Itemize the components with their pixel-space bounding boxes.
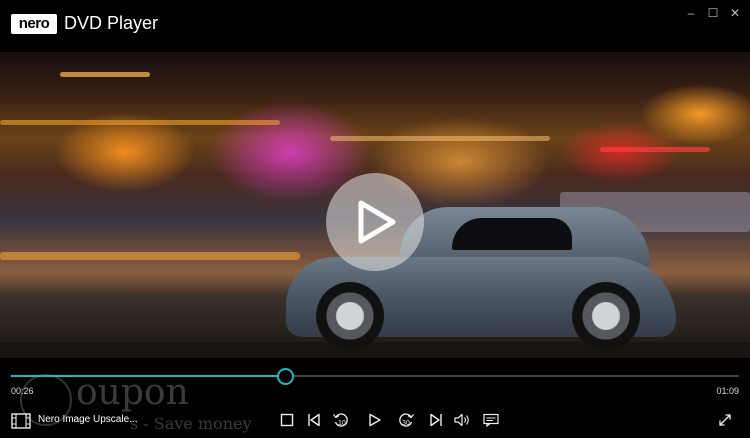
minimize-button[interactable]: – [684,6,698,20]
car-window [452,218,572,250]
forward-30-button[interactable]: 30 [397,410,415,430]
rewind-icon: 10 [333,413,348,427]
rewind-10-button[interactable]: 10 [332,410,350,430]
light-streak [0,252,300,260]
stop-icon [280,413,294,427]
subtitles-icon [483,413,499,427]
control-bar: oupon s - Save money 00:26 01:09 Nero Im… [0,358,750,438]
car-wheel [572,282,640,350]
rewind-seconds: 10 [338,420,346,427]
app-title: DVD Player [64,13,159,33]
title-bar: nero DVD Player – ☐ ✕ [0,0,750,52]
watermark-tagline: s - Save money [130,414,252,433]
previous-button[interactable] [305,410,323,430]
light-streak [330,136,550,141]
stop-button[interactable] [278,410,296,430]
play-icon [358,200,396,244]
play-icon [369,413,381,427]
play-button[interactable] [366,410,384,430]
fullscreen-button[interactable] [716,410,734,430]
fast-forward-icon: 30 [399,413,414,427]
current-time: 00:26 [11,386,34,396]
nero-logo: nero [11,14,57,34]
subtitles-button[interactable] [482,410,500,430]
big-play-button[interactable] [326,173,424,271]
light-streak [60,72,150,77]
seek-thumb[interactable] [277,368,295,385]
road [0,342,750,358]
close-button[interactable]: ✕ [728,6,742,20]
light-streak [600,147,710,152]
forward-seconds: 30 [402,420,410,427]
car-wheel [316,282,384,350]
total-time: 01:09 [716,386,739,396]
seek-bar-progress [11,375,286,377]
film-strip-icon[interactable] [11,413,31,434]
video-frame[interactable] [0,52,750,358]
volume-button[interactable] [454,410,472,430]
seek-bar[interactable] [11,368,739,385]
skip-next-icon [430,413,442,427]
watermark-brand: oupon [76,372,189,413]
skip-previous-icon [308,413,320,427]
light-streak [0,120,280,125]
expand-icon [719,414,731,426]
maximize-button[interactable]: ☐ [706,6,720,20]
volume-icon [454,413,469,427]
next-button[interactable] [427,410,445,430]
image-upscale-label[interactable]: Nero Image Upscale... [38,414,138,425]
